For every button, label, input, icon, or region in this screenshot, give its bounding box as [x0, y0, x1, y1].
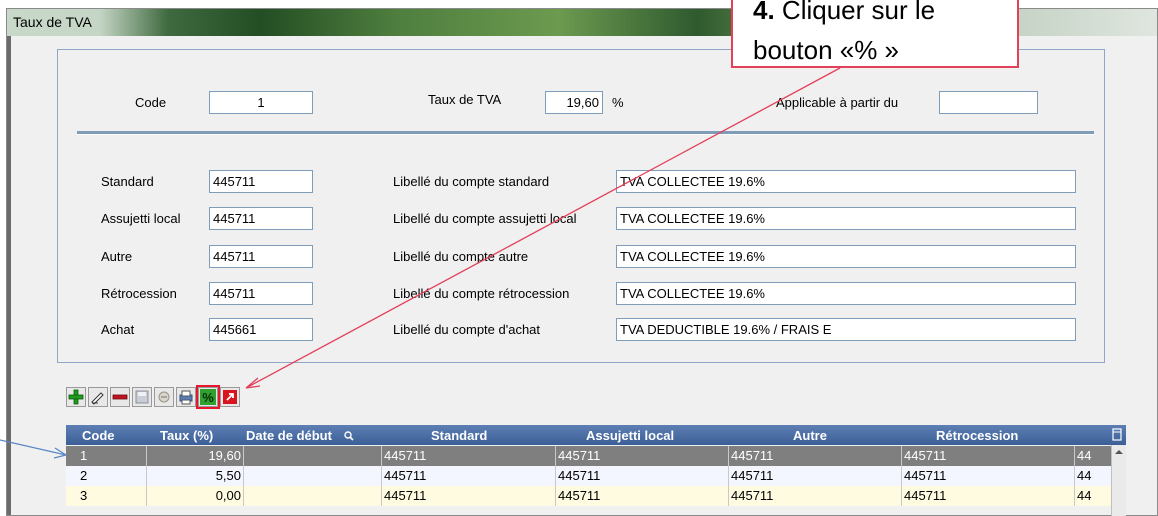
- callout-arrow: [245, 67, 841, 389]
- callout-arrowhead: [245, 377, 261, 389]
- annotation-arrows: [0, 67, 841, 459]
- row-pointer-arrow: [0, 439, 67, 456]
